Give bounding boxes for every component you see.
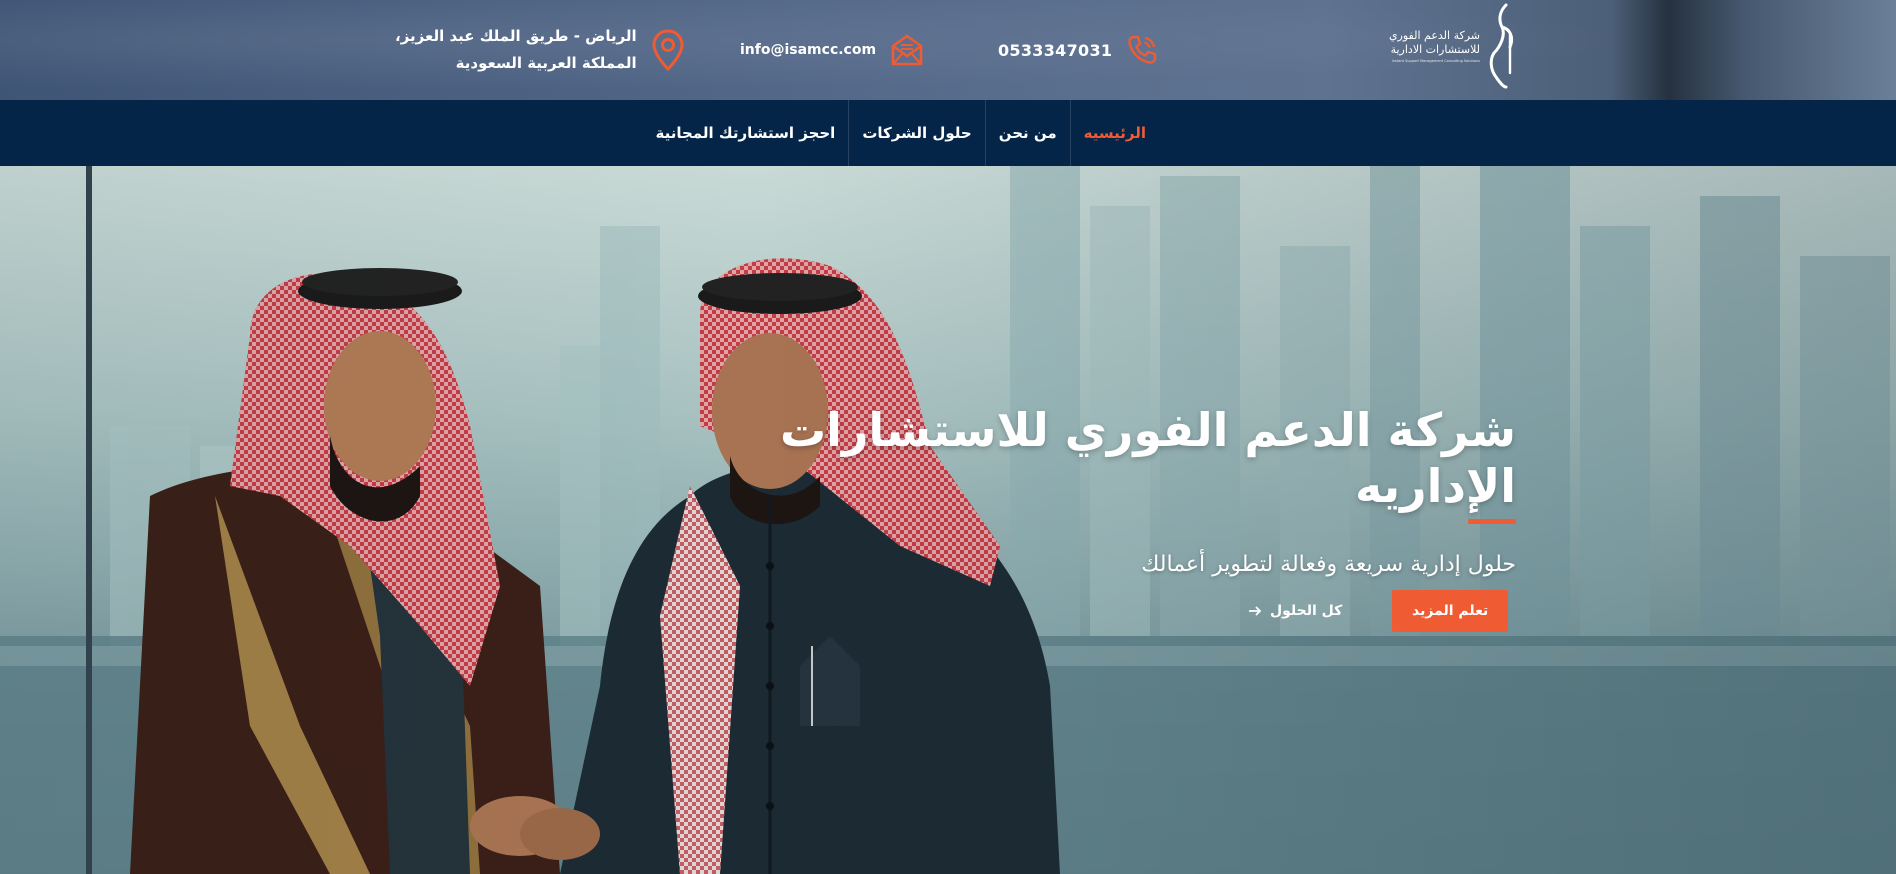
title-underline bbox=[1468, 519, 1516, 524]
hero-subtitle: حلول إدارية سريعة وفعالة لتطوير أعمالك bbox=[1141, 552, 1516, 577]
logo-text: شركة الدعم الفوري للاستشارات الادارية In… bbox=[1389, 29, 1480, 64]
logo-tagline: Instant Support Management Consulting So… bbox=[1391, 58, 1480, 63]
nav-item-home[interactable]: الرئيسيه bbox=[1069, 100, 1159, 166]
main-nav: الرئيسيه من نحن حلول الشركات احجز استشار… bbox=[0, 100, 1896, 166]
logo-name-line-2: للاستشارات الادارية bbox=[1390, 42, 1480, 56]
map-pin-icon bbox=[652, 29, 684, 71]
hero-content: شركة الدعم الفوري للاستشارات الإداريه حل… bbox=[616, 402, 1516, 577]
hero-actions: تعلم المزيد كل الحلول bbox=[1248, 590, 1508, 632]
hero-title: شركة الدعم الفوري للاستشارات الإداريه bbox=[616, 402, 1516, 524]
envelope-icon bbox=[891, 34, 923, 66]
nav-item-business-solutions[interactable]: حلول الشركات bbox=[848, 100, 984, 166]
address-text: الرياض - طريق الملك عبد العزيز، المملكة … bbox=[395, 23, 637, 77]
arrow-right-icon bbox=[1249, 606, 1262, 616]
nav-item-book-consultation[interactable]: احجز استشارتك المجانية bbox=[643, 100, 849, 166]
address-line-2: المملكة العربية السعودية bbox=[455, 54, 637, 72]
email-link[interactable]: info@isamcc.com bbox=[740, 42, 876, 58]
nav-menu: الرئيسيه من نحن حلول الشركات احجز استشار… bbox=[643, 100, 1159, 166]
all-solutions-label: كل الحلول bbox=[1270, 603, 1343, 619]
all-solutions-link[interactable]: كل الحلول bbox=[1248, 603, 1342, 619]
hero-section: شركة الدعم الفوري للاستشارات الإداريه حل… bbox=[0, 166, 1896, 874]
address-line-1: الرياض - طريق الملك عبد العزيز، bbox=[395, 27, 637, 45]
top-info-bar: الرياض - طريق الملك عبد العزيز، المملكة … bbox=[0, 0, 1896, 100]
phone-number[interactable]: 0533347031 bbox=[998, 41, 1112, 60]
nav-item-about[interactable]: من نحن bbox=[984, 100, 1070, 166]
logo-name-line-1: شركة الدعم الفوري bbox=[1388, 28, 1480, 42]
hero-title-text: شركة الدعم الفوري للاستشارات الإداريه bbox=[779, 403, 1516, 513]
logo-calligraphy-icon bbox=[1489, 3, 1514, 89]
phone-info[interactable]: 0533347031 bbox=[998, 0, 1158, 100]
address-info: الرياض - طريق الملك عبد العزيز، المملكة … bbox=[395, 10, 685, 90]
email-info[interactable]: info@isamcc.com bbox=[740, 0, 924, 100]
learn-more-button[interactable]: تعلم المزيد bbox=[1392, 590, 1508, 632]
company-logo[interactable]: شركة الدعم الفوري للاستشارات الادارية In… bbox=[1388, 2, 1518, 90]
phone-icon bbox=[1128, 35, 1157, 64]
